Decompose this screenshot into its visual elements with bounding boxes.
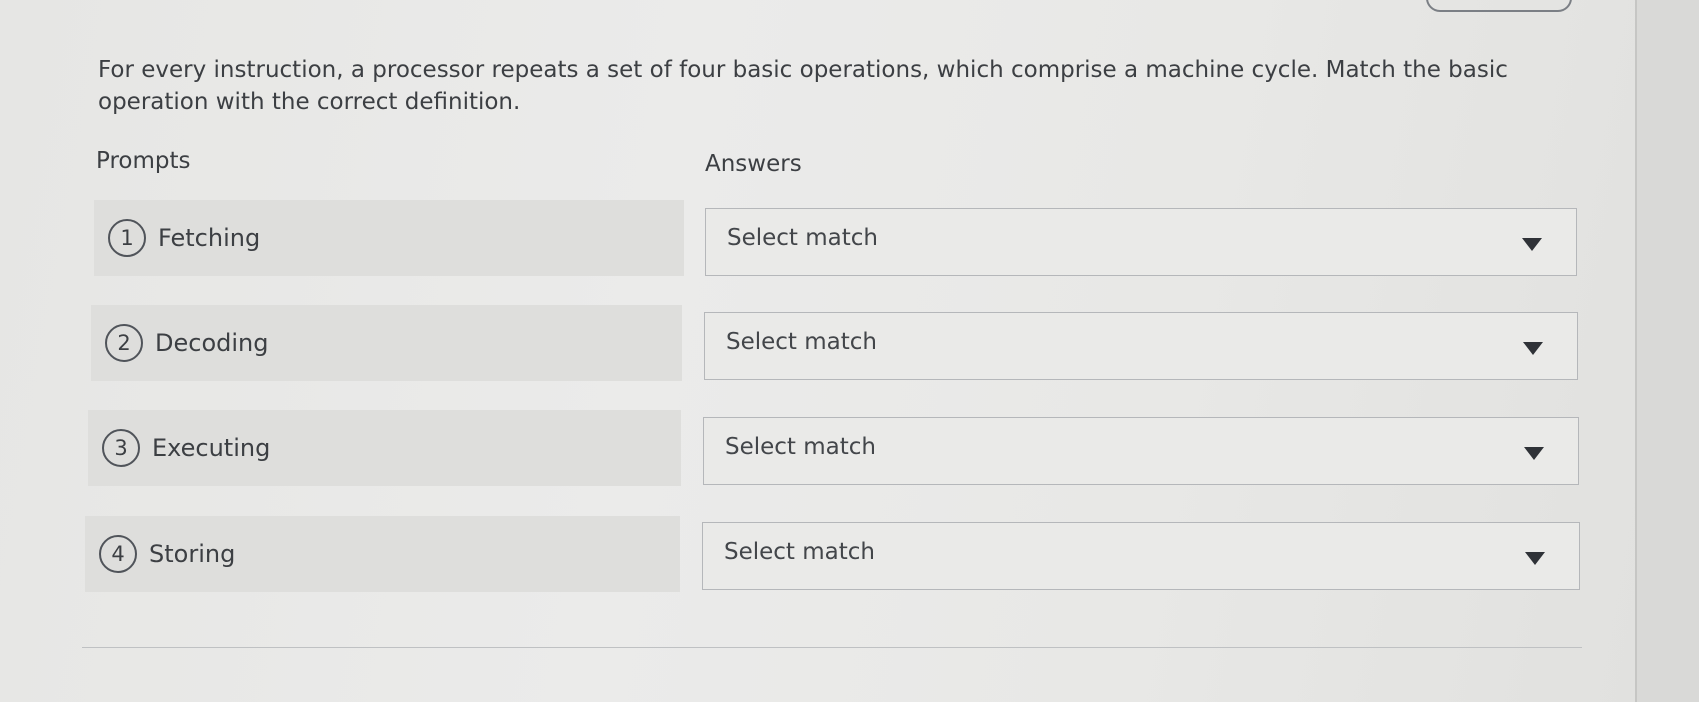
caret-down-icon bbox=[1524, 447, 1544, 460]
prompt-label: Decoding bbox=[155, 329, 269, 357]
answer-select-2[interactable]: Select match bbox=[704, 312, 1578, 380]
answer-select-1[interactable]: Select match bbox=[705, 208, 1577, 276]
prompt-row-executing: 3 Executing bbox=[88, 410, 681, 486]
select-value: Select match bbox=[724, 539, 876, 565]
prompt-number-badge: 4 bbox=[99, 535, 137, 573]
prompt-number-badge: 2 bbox=[105, 324, 143, 362]
prompts-heading: Prompts bbox=[96, 148, 191, 174]
caret-down-icon bbox=[1523, 342, 1543, 355]
top-action-button[interactable] bbox=[1426, 0, 1572, 12]
caret-down-icon bbox=[1525, 552, 1545, 565]
answers-heading: Answers bbox=[705, 151, 802, 177]
prompt-label: Fetching bbox=[158, 224, 261, 252]
select-value: Select match bbox=[727, 225, 879, 251]
prompt-row-storing: 4 Storing bbox=[85, 516, 680, 592]
matching-question-panel: For every instruction, a processor repea… bbox=[0, 0, 1637, 702]
select-value: Select match bbox=[725, 434, 877, 460]
select-value: Select match bbox=[726, 329, 878, 355]
prompt-row-fetching: 1 Fetching bbox=[94, 200, 684, 276]
prompt-label: Executing bbox=[152, 434, 271, 462]
section-divider bbox=[82, 647, 1582, 648]
prompt-label: Storing bbox=[149, 540, 236, 568]
caret-down-icon bbox=[1522, 238, 1542, 251]
answer-select-3[interactable]: Select match bbox=[703, 417, 1579, 485]
prompt-number-badge: 3 bbox=[102, 429, 140, 467]
question-text: For every instruction, a processor repea… bbox=[98, 57, 1508, 115]
prompt-number-badge: 1 bbox=[108, 219, 146, 257]
answer-select-4[interactable]: Select match bbox=[702, 522, 1580, 590]
prompt-row-decoding: 2 Decoding bbox=[91, 305, 682, 381]
